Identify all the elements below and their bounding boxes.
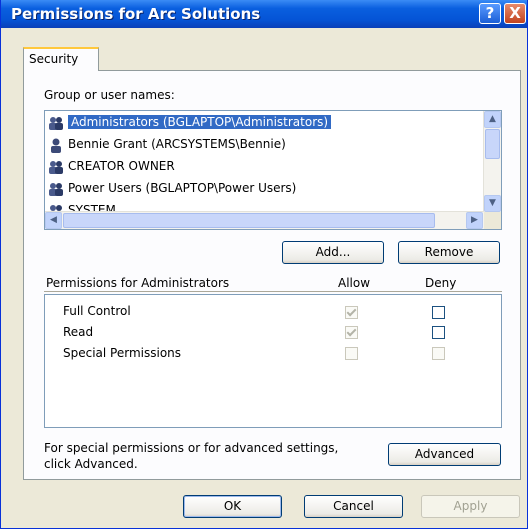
vertical-scrollbar[interactable]: ▲ ▼ xyxy=(483,111,501,212)
permissions-header: Permissions for Administrators xyxy=(46,276,230,290)
allow-column-header: Allow xyxy=(338,276,371,290)
special-permissions-deny-checkbox[interactable] xyxy=(432,347,445,360)
scroll-down-arrow-icon[interactable]: ▼ xyxy=(484,195,501,212)
deny-column-header: Deny xyxy=(425,276,457,290)
permissions-dialog: Permissions for Arc Solutions ? X Securi… xyxy=(0,0,528,529)
help-button[interactable]: ? xyxy=(479,3,501,24)
user-label: CREATOR OWNER xyxy=(68,159,175,173)
ok-button[interactable]: OK xyxy=(183,495,282,518)
user-label: Bennie Grant (ARCSYSTEMS\Bennie) xyxy=(68,137,286,151)
permission-name: Read xyxy=(63,325,94,339)
vertical-scroll-thumb[interactable] xyxy=(485,129,500,159)
add-button[interactable]: Add... xyxy=(282,241,384,264)
scroll-right-arrow-icon[interactable]: ▶ xyxy=(466,212,483,229)
user-group-icon xyxy=(49,160,63,174)
cancel-button[interactable]: Cancel xyxy=(304,495,403,518)
scroll-left-arrow-icon[interactable]: ◀ xyxy=(45,212,62,229)
horizontal-scrollbar[interactable]: ◀ ▶ xyxy=(45,211,484,229)
permissions-list: Full Control Read Special Permissions xyxy=(44,294,502,428)
list-item-power-users[interactable]: Power Users (BGLAPTOP\Power Users) xyxy=(47,178,479,198)
group-label: Group or user names: xyxy=(44,88,175,102)
list-item-bennie-grant[interactable]: Bennie Grant (ARCSYSTEMS\Bennie) xyxy=(47,134,479,154)
horizontal-scroll-thumb[interactable] xyxy=(63,213,435,228)
user-group-icon xyxy=(49,182,63,196)
user-group-icon xyxy=(49,116,63,130)
list-item-administrators[interactable]: Administrators (BGLAPTOP\Administrators) xyxy=(47,112,479,132)
scroll-corner xyxy=(484,212,501,229)
advanced-hint-line1: For special permissions or for advanced … xyxy=(44,441,339,455)
read-allow-checkbox[interactable] xyxy=(345,326,358,339)
full-control-deny-checkbox[interactable] xyxy=(432,306,445,319)
special-permissions-allow-checkbox[interactable] xyxy=(345,347,358,360)
list-item-creator-owner[interactable]: CREATOR OWNER xyxy=(47,156,479,176)
tab-security[interactable]: Security xyxy=(23,47,99,71)
remove-button[interactable]: Remove xyxy=(398,241,500,264)
advanced-button[interactable]: Advanced xyxy=(388,443,501,466)
read-deny-checkbox[interactable] xyxy=(432,326,445,339)
user-icon xyxy=(51,138,61,153)
full-control-allow-checkbox[interactable] xyxy=(345,306,358,319)
scroll-up-arrow-icon[interactable]: ▲ xyxy=(484,111,501,128)
user-label: Administrators (BGLAPTOP\Administrators) xyxy=(68,115,332,129)
advanced-hint-line2: click Advanced. xyxy=(44,457,138,471)
user-label: Power Users (BGLAPTOP\Power Users) xyxy=(68,181,297,195)
permission-name: Full Control xyxy=(63,304,131,318)
title-bar[interactable]: Permissions for Arc Solutions ? X xyxy=(1,0,527,28)
user-list[interactable]: Administrators (BGLAPTOP\Administrators)… xyxy=(44,110,502,230)
apply-button[interactable]: Apply xyxy=(421,495,520,518)
window-title: Permissions for Arc Solutions xyxy=(11,5,261,23)
permission-name: Special Permissions xyxy=(63,346,182,360)
close-button[interactable]: X xyxy=(504,3,526,24)
header-divider xyxy=(44,291,502,292)
